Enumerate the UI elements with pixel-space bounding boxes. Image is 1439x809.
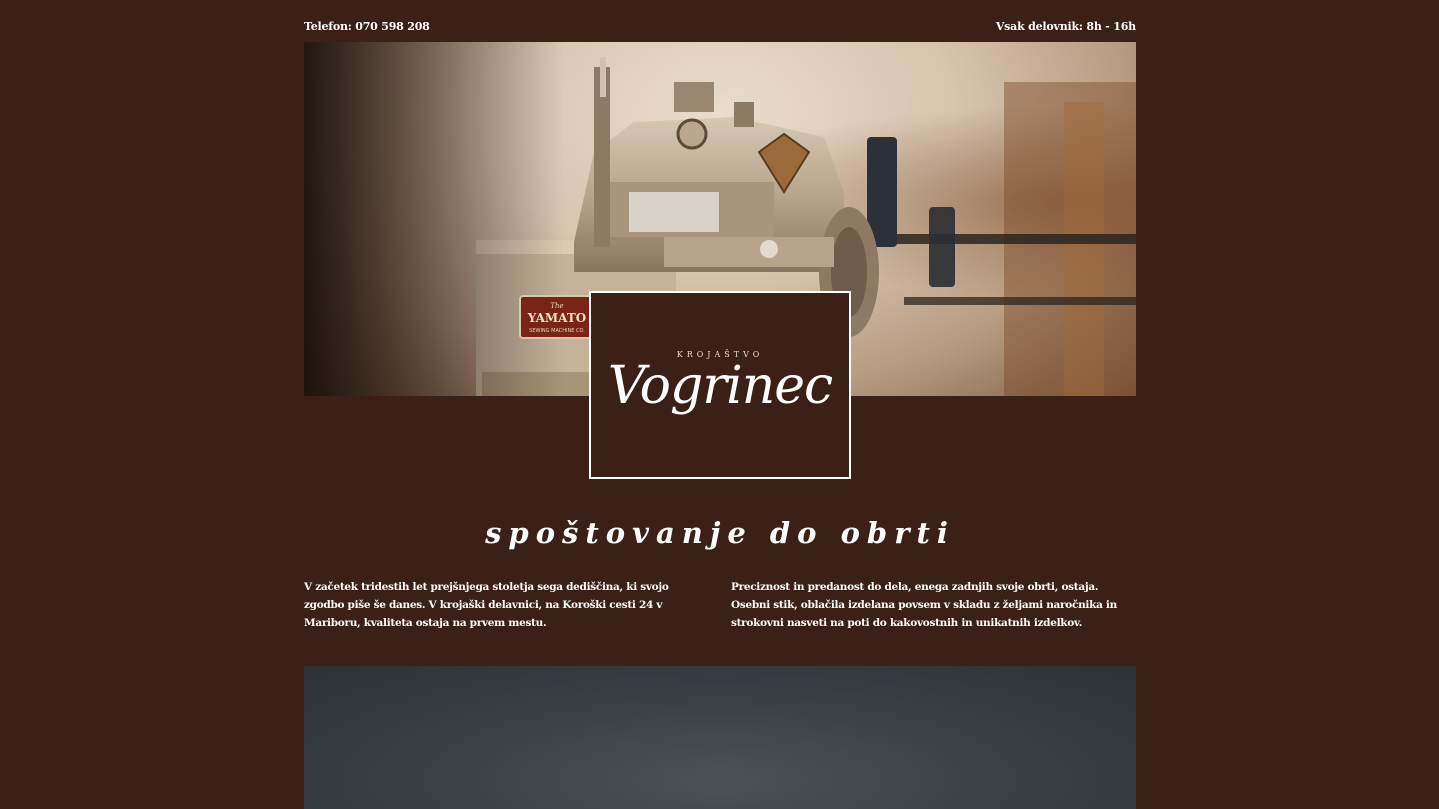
- machine-subtitle: SEWING MACHINE CO.: [529, 328, 585, 334]
- phone-number[interactable]: Telefon: 070 598 208: [304, 20, 430, 33]
- tagline-heading: spoštovanje do obrti: [485, 516, 955, 550]
- intro-paragraph-right: Preciznost in predanost do dela, enega z…: [731, 581, 1117, 629]
- machine-brand: YAMATO: [527, 311, 586, 325]
- bottom-image: [304, 666, 1136, 809]
- top-bar: Telefon: 070 598 208 Vsak delovnik: 8h -…: [304, 20, 1136, 36]
- intro-paragraph-left: V začetek tridestih let prejšnjega stole…: [304, 581, 669, 629]
- working-hours: Vsak delovnik: 8h - 16h: [995, 20, 1136, 33]
- brand-logo[interactable]: KROJAŠTVO Vogrinec: [589, 291, 851, 479]
- machine-brand-small: The: [550, 302, 563, 310]
- logo-title: Vogrinec: [607, 356, 833, 416]
